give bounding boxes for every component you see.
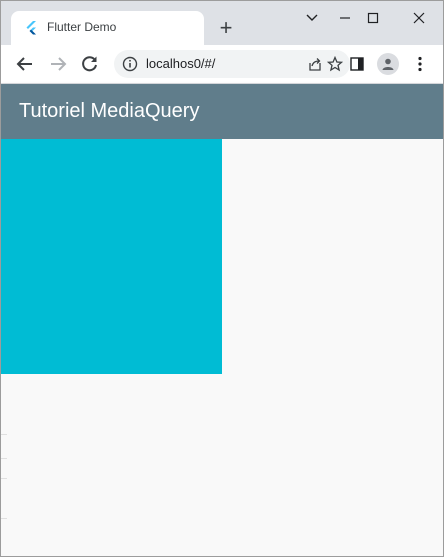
forward-button[interactable] — [46, 52, 70, 76]
tab-strip: Flutter Demo + — [1, 1, 443, 45]
side-panel-button[interactable] — [346, 53, 368, 75]
back-arrow-icon — [16, 57, 32, 71]
tab-search-button[interactable] — [297, 7, 327, 29]
reload-button[interactable] — [78, 52, 102, 76]
plus-icon: + — [219, 15, 233, 40]
profile-button[interactable] — [377, 53, 399, 75]
app-bar: Tutoriel MediaQuery — [1, 84, 443, 139]
chevron-down-icon — [306, 14, 318, 21]
divider — [1, 434, 7, 435]
maximize-icon — [367, 12, 379, 24]
divider — [1, 458, 7, 459]
side-panel-icon — [350, 57, 364, 71]
forward-arrow-icon — [51, 57, 67, 71]
new-tab-button[interactable]: + — [215, 17, 237, 39]
divider — [1, 478, 7, 479]
app-title: Tutoriel MediaQuery — [19, 100, 200, 122]
close-window-button[interactable] — [404, 7, 434, 29]
tab-flutter-demo[interactable]: Flutter Demo — [11, 11, 204, 45]
url-text[interactable]: localhos0/#/ — [146, 56, 215, 71]
reload-icon — [82, 56, 97, 72]
app-body — [1, 139, 443, 556]
minimize-button[interactable] — [330, 7, 360, 29]
browser-window: Flutter Demo + localhos0/#/ Tutoriel Med… — [0, 0, 444, 557]
browser-toolbar: localhos0/#/ — [1, 45, 443, 84]
tab-title: Flutter Demo — [47, 20, 117, 34]
address-bar[interactable]: localhos0/#/ — [114, 50, 350, 78]
divider — [1, 518, 7, 519]
cyan-container — [1, 139, 222, 374]
maximize-button[interactable] — [358, 7, 388, 29]
back-button[interactable] — [13, 52, 37, 76]
kebab-menu-icon — [418, 56, 422, 72]
close-icon — [413, 12, 425, 24]
star-icon[interactable] — [326, 55, 344, 72]
browser-menu-button[interactable] — [409, 53, 431, 75]
minimize-icon — [340, 17, 350, 19]
profile-avatar-icon — [382, 58, 394, 70]
info-icon[interactable] — [122, 56, 138, 72]
flutter-logo-icon — [25, 21, 39, 35]
share-icon[interactable] — [307, 56, 323, 72]
